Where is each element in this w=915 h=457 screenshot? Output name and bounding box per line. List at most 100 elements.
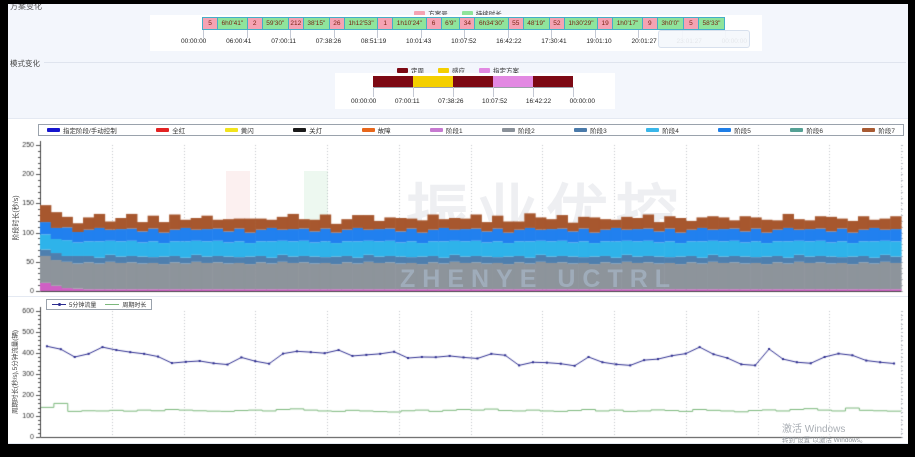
legend-label: 周期时长: [122, 300, 146, 309]
legend-swatch: [502, 128, 515, 132]
plan-number-cell: 6: [426, 17, 442, 30]
mode-bar-row: [373, 76, 573, 87]
legend-label: 阶段4: [662, 125, 679, 135]
plan-duration-cell: 3h0'0": [657, 17, 684, 30]
plan-number-cell: 1: [377, 17, 393, 30]
timestamp-label: 16:42:22: [526, 98, 551, 105]
phase-chart-ylabel: 阶段时长(秒/s): [11, 148, 21, 288]
plan-duration-cell: 48'19": [523, 17, 550, 30]
phase-chart-legend: 指定阶段/手动控制全红黄闪关灯故障阶段1阶段2阶段3阶段4阶段5阶段6阶段7: [38, 124, 904, 136]
legend-swatch: [397, 68, 408, 73]
legend-item: 阶段5: [718, 125, 751, 135]
legend-item: 故障: [362, 125, 391, 135]
legend-swatch: [430, 128, 443, 132]
plan-duration-cell: 59'30": [262, 17, 289, 30]
legend-swatch: [438, 68, 449, 73]
axis-tick: [508, 30, 509, 38]
timestamp-label: 00:00:00: [351, 98, 376, 105]
axis-tick: [551, 30, 552, 38]
faint-overlay-button[interactable]: [658, 30, 750, 48]
timestamp-label: 10:07:52: [451, 38, 476, 45]
plan-number-cell: 19: [597, 17, 613, 30]
plan-duration-cell: 6'9": [441, 17, 461, 30]
plan-duration-cell: 1h0'17": [612, 17, 643, 30]
flow-chart-legend: 5分钟流量 周期时长: [46, 299, 152, 310]
plan-change-section: 方案变化 方案号持续时长 56h0'41"259'30"21238'15"261…: [8, 4, 908, 56]
timestamp-label: 07:00:11: [271, 38, 296, 45]
legend-swatch: [862, 128, 875, 132]
timestamp-label: 08:51:19: [361, 38, 386, 45]
dashboard-content: 方案变化 方案号持续时长 56h0'41"259'30"21238'15"261…: [8, 4, 908, 444]
legend-item: 阶段4: [646, 125, 679, 135]
legend-item: 阶段3: [574, 125, 607, 135]
axis-tick: [373, 87, 374, 97]
plan-duration-cell: 1h30'29": [564, 17, 598, 30]
legend-swatch: [718, 128, 731, 132]
flow-chart-panel: 5分钟流量 周期时长 周期时长(秒/s),5分钟流量(辆): [8, 296, 908, 444]
legend-label: 阶段7: [878, 125, 895, 135]
line-marker: [105, 304, 119, 305]
legend-label: 阶段2: [518, 125, 535, 135]
timestamp-label: 07:00:11: [395, 98, 420, 105]
timestamp-label: 00:00:00: [570, 98, 595, 105]
axis-tick: [421, 30, 422, 38]
flow-cycle-chart: [8, 297, 908, 444]
timestamp-label: 19:01:10: [586, 38, 611, 45]
plan-duration-cell: 6h34'30": [474, 17, 508, 30]
legend-item: 5分钟流量: [52, 300, 96, 309]
timestamp-label: 06:00:41: [226, 38, 251, 45]
legend-item: 关灯: [293, 125, 322, 135]
mode-groupbox-line: [44, 62, 906, 63]
mode-bar-segment: [453, 76, 493, 87]
windows-activation-subtitle: 转到“设置”以激活 Windows。: [782, 437, 867, 445]
mode-bar-segment: [373, 76, 413, 87]
timestamp-label: 00:00:00: [181, 38, 206, 45]
legend-swatch: [574, 128, 587, 132]
legend-label: 阶段6: [806, 125, 823, 135]
phase-chart-panel: 振业优控 ZHENYE UCTRL 指定阶段/手动控制全红黄闪关灯故障阶段1阶段…: [8, 118, 908, 299]
plan-number-cell: 26: [329, 17, 345, 30]
plan-number-cell: 34: [459, 17, 475, 30]
legend-item: 全红: [156, 125, 185, 135]
plan-number-cell: 9: [642, 17, 658, 30]
legend-label: 故障: [378, 125, 391, 135]
timestamp-label: 16:42:22: [496, 38, 521, 45]
axis-tick: [453, 87, 454, 97]
legend-item: 阶段7: [862, 125, 895, 135]
timestamp-label: 10:01:43: [406, 38, 431, 45]
mode-bar-segment: [493, 76, 533, 87]
plan-duration-cell: 6h0'41": [217, 17, 248, 30]
legend-item: 阶段6: [790, 125, 823, 135]
legend-swatch: [362, 128, 375, 132]
marker-dot: [58, 303, 61, 306]
plan-number-cell: 212: [288, 17, 304, 30]
mode-bar-segment: [413, 76, 453, 87]
plan-number-cell: 55: [508, 17, 524, 30]
plan-number-cell: 52: [549, 17, 565, 30]
legend-label: 阶段5: [734, 125, 751, 135]
plan-number-cell: 5: [202, 17, 218, 30]
legend-swatch: [790, 128, 803, 132]
mode-axis-line: [373, 87, 574, 88]
axis-tick: [595, 30, 596, 38]
axis-tick: [413, 87, 414, 97]
timestamp-label: 20:01:27: [631, 38, 656, 45]
plan-duration-cell: 1h12'53": [344, 17, 378, 30]
legend-swatch: [225, 128, 238, 132]
windows-activation-notice: 激活 Windows 转到“设置”以激活 Windows。: [782, 424, 867, 445]
plan-segment-row: 56h0'41"259'30"21238'15"261h12'53"11h10'…: [203, 17, 725, 30]
axis-tick: [573, 87, 574, 97]
timestamp-label: 07:38:26: [438, 98, 463, 105]
legend-label: 关灯: [309, 125, 322, 135]
legend-item: 黄闪: [225, 125, 254, 135]
plan-number-cell: 2: [247, 17, 263, 30]
legend-item: 阶段2: [502, 125, 535, 135]
legend-label: 全红: [172, 125, 185, 135]
flow-chart-ylabel: 周期时长(秒/s),5分钟流量(辆): [9, 302, 19, 442]
axis-tick: [203, 30, 204, 38]
legend-swatch: [293, 128, 306, 132]
mode-change-section: 模式变化 定周感应指定方案 00:00:0007:00:1107:38:2610…: [8, 56, 908, 118]
timestamp-label: 07:38:26: [316, 38, 341, 45]
legend-item: 指定阶段/手动控制: [47, 125, 117, 135]
axis-tick: [377, 30, 378, 38]
